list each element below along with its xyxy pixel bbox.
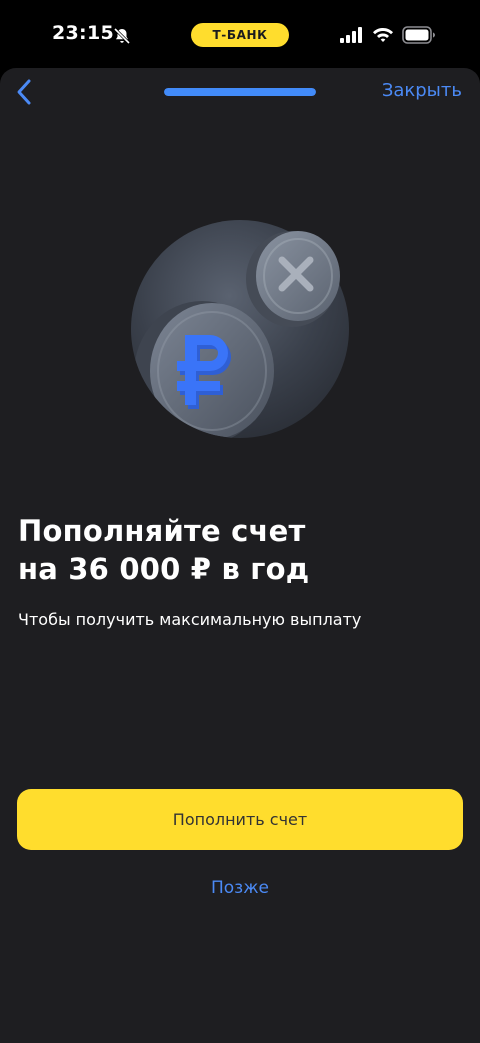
step-progress-fill (164, 88, 316, 96)
bank-badge: Т-БАНК (191, 23, 289, 47)
step-progress-bar (164, 88, 316, 96)
page-subtitle: Чтобы получить максимальную выплату (18, 610, 362, 629)
status-bar: 23:15 Т-БАНК (0, 0, 480, 68)
wifi-icon (373, 28, 393, 42)
battery-icon (402, 26, 435, 44)
status-time: 23:15 (52, 22, 114, 44)
coins-illustration (131, 220, 349, 438)
title-line-1: Пополняйте счет (18, 514, 306, 548)
later-button[interactable]: Позже (0, 878, 480, 898)
title-line-2: на 36 000 ₽ в год (18, 552, 310, 586)
cellular-signal-icon (340, 27, 362, 43)
top-up-account-button[interactable]: Пополнить счет (17, 789, 463, 850)
close-button[interactable]: Закрыть (382, 80, 462, 101)
back-chevron-icon[interactable] (10, 76, 40, 108)
bell-off-icon (113, 27, 131, 45)
page-title: Пополняйте счет на 36 000 ₽ в год (18, 512, 458, 588)
